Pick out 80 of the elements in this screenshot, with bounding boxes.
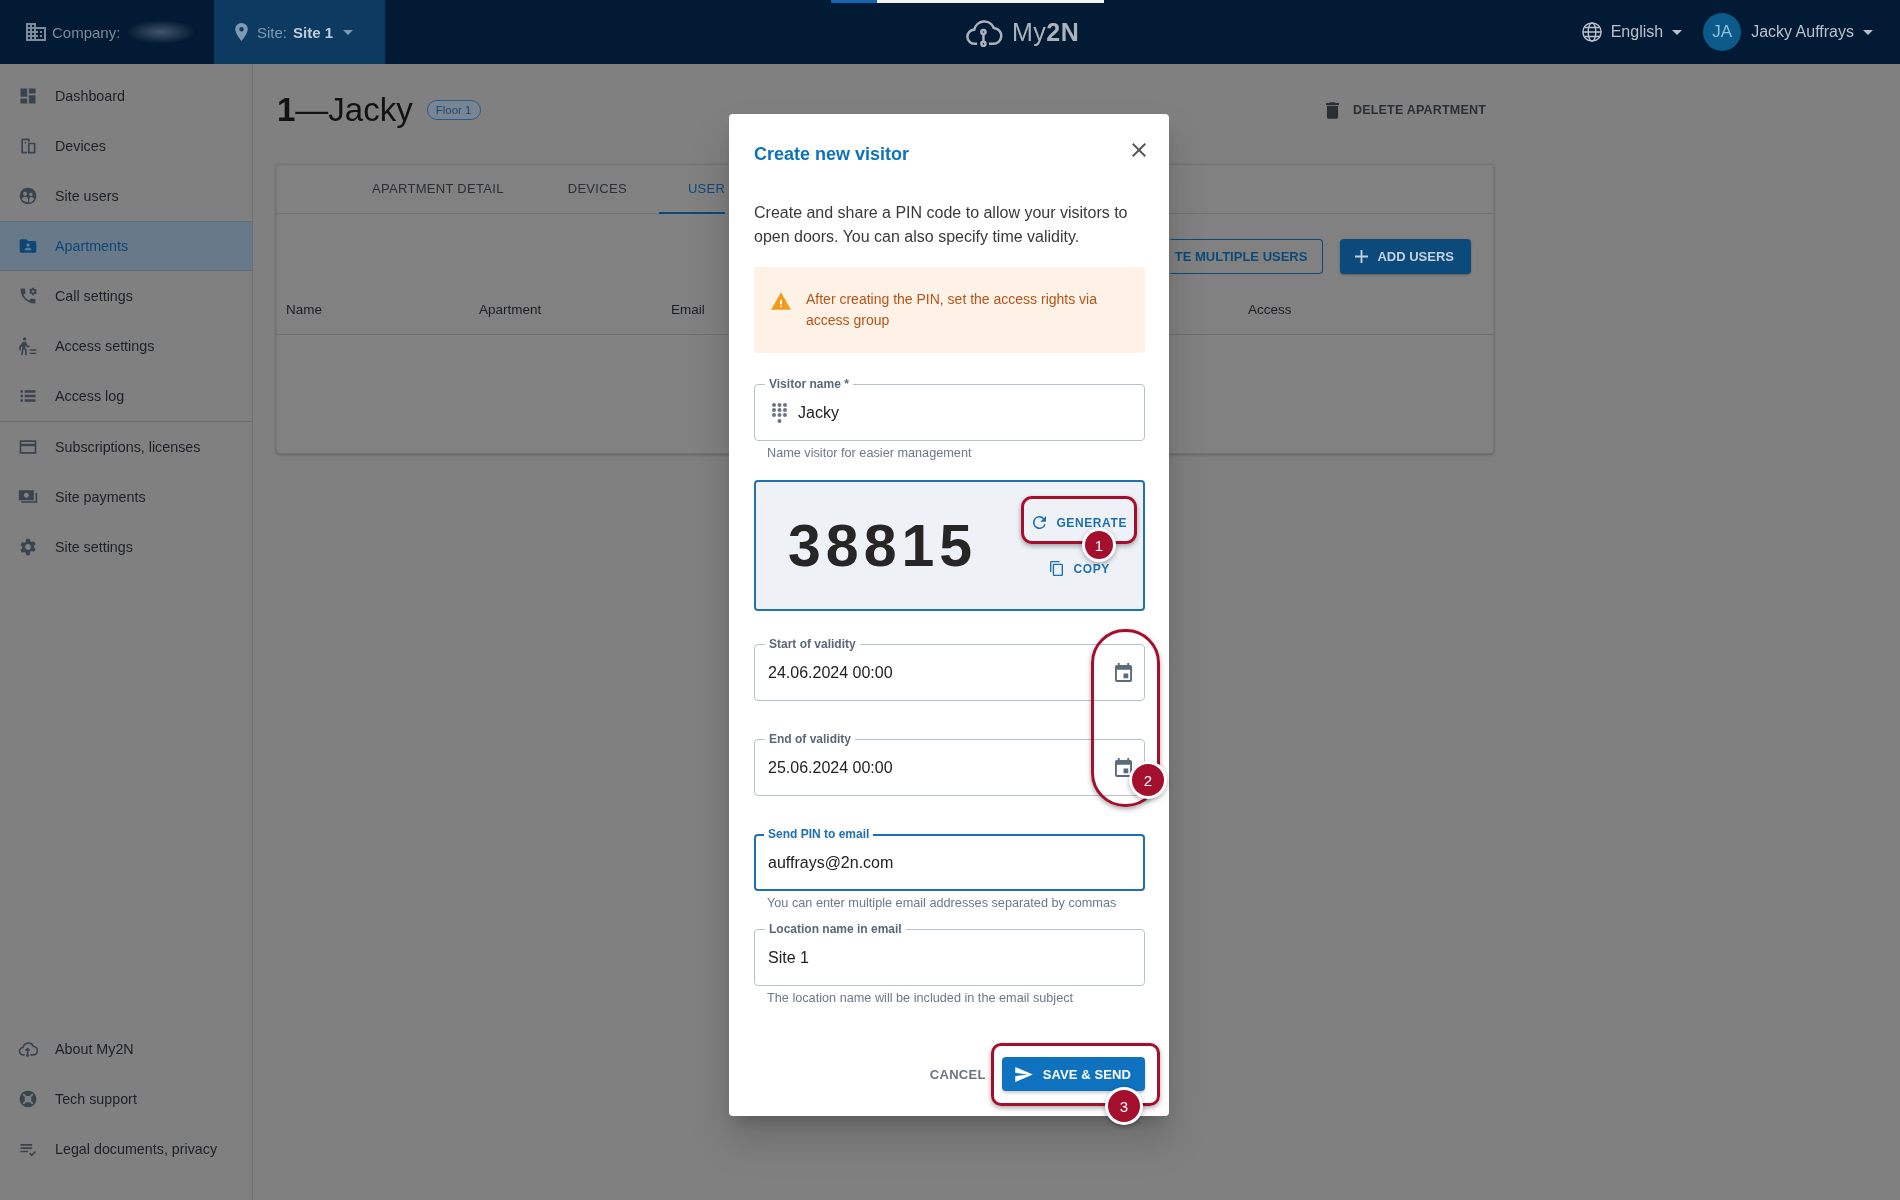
floor-chip: Floor 1: [426, 100, 481, 120]
sidebar-item[interactable]: Tech support: [0, 1074, 252, 1124]
helper-text: You can enter multiple email addresses separated by commas: [766, 896, 1118, 910]
user-menu[interactable]: JA Jacky Auffrays: [1703, 13, 1873, 51]
tab[interactable]: APARTMENT DETAIL: [340, 165, 536, 214]
add-users-button[interactable]: ADD USERS: [1340, 239, 1471, 274]
close-icon: [1132, 143, 1146, 157]
cloud-logo-icon: [966, 17, 1004, 47]
map-pin-icon: [235, 23, 248, 41]
caret-icon: [1672, 29, 1683, 35]
calendar-icon[interactable]: [1115, 758, 1132, 777]
refresh-icon: [1033, 516, 1047, 529]
helper-text: The location name will be included in the email subject: [766, 991, 1075, 1005]
sidebar-item[interactable]: Access log: [0, 371, 252, 421]
language-selector[interactable]: English: [1581, 22, 1683, 42]
credit-card-icon: [18, 437, 38, 457]
calendar-icon[interactable]: [1115, 663, 1132, 682]
helper-text: Name visitor for easier management: [766, 446, 973, 460]
sidebar-item[interactable]: Site payments: [0, 472, 252, 522]
copy-icon: [1050, 561, 1064, 576]
dialog-description: Create and share a PIN code to allow your visitors to open doors. You can also specify time validity.: [754, 203, 1129, 247]
sidebar-item[interactable]: Call settings: [0, 271, 252, 321]
page-title: 1—Jacky: [277, 91, 413, 129]
text-field[interactable]: Location name in email Site 1: [754, 922, 1145, 986]
dialog-title: Create new visitor: [754, 143, 910, 166]
warning-text: After creating the PIN, set the access rights via access group: [806, 290, 1099, 330]
logo-text: My2N: [1012, 17, 1080, 47]
text-field[interactable]: Send PIN to email auffrays@2n.com: [754, 827, 1145, 891]
field-label: Visitor name *: [768, 377, 850, 392]
field-label: Send PIN to email: [767, 827, 871, 842]
field-label: Start of validity: [768, 637, 857, 652]
sidebar-item[interactable]: About My2N: [0, 1024, 252, 1074]
building-icon: [26, 23, 46, 41]
create-users-button[interactable]: TE MULTIPLE USERS: [1169, 239, 1324, 274]
name-field[interactable]: Visitor name * Jacky: [754, 377, 1145, 441]
devices-icon: [18, 136, 38, 156]
column-header: Name: [286, 302, 322, 317]
sidebar-item[interactable]: Legal documents, privacy: [0, 1124, 252, 1174]
step-badge: 1: [1085, 531, 1113, 559]
step-badge: 3: [1108, 1090, 1140, 1122]
company-label: Company:: [52, 23, 121, 41]
globe-icon: [1581, 22, 1602, 42]
column-header: Apartment: [479, 302, 542, 317]
users-icon: [18, 186, 38, 206]
walking-person-icon: [18, 336, 38, 356]
warning-icon: [771, 292, 791, 310]
keypad-icon: [772, 402, 787, 423]
user-avatar: JA: [1703, 13, 1742, 51]
save-send-button[interactable]: SAVE & SEND: [1001, 1057, 1145, 1091]
cancel-button[interactable]: CANCEL: [921, 1057, 994, 1091]
sidebar-item[interactable]: Apartments: [0, 221, 252, 271]
sidebar-item[interactable]: Devices: [0, 121, 252, 171]
site-selector[interactable]: Site: Site 1: [214, 0, 385, 64]
sidebar-item[interactable]: Access settings: [0, 321, 252, 371]
sidebar-item[interactable]: Dashboard: [0, 71, 252, 121]
plus-icon: [1355, 250, 1369, 263]
field-label: End of validity: [768, 732, 852, 747]
date-field[interactable]: Start of validity 24.06.2024 00:00: [754, 637, 1145, 701]
dashboard-icon: [18, 86, 38, 106]
send-icon: [1014, 1066, 1033, 1082]
sidebar-item[interactable]: Site users: [0, 171, 252, 221]
sidebar-item[interactable]: Site settings: [0, 522, 252, 572]
tab[interactable]: USER: [658, 165, 726, 214]
phone-gear-icon: [18, 286, 38, 306]
caret-icon: [343, 29, 354, 35]
lifebuoy-icon: [18, 1089, 38, 1109]
tab[interactable]: DEVICES: [535, 165, 659, 214]
settings-icon: [18, 537, 38, 557]
trash-icon: [1325, 101, 1339, 119]
pin-code: 38815: [788, 511, 978, 580]
folder-person-icon: [18, 236, 38, 256]
caret-icon: [1863, 29, 1873, 35]
field-label: Location name in email: [768, 922, 903, 937]
generate-button[interactable]: GENERATE: [1030, 514, 1130, 531]
sidebar-item[interactable]: Subscriptions, licenses: [0, 422, 252, 472]
column-header: Access: [1248, 302, 1292, 317]
step-badge: 2: [1132, 764, 1164, 796]
cloud-upload-icon: [18, 1039, 38, 1059]
column-header: Email: [671, 302, 705, 317]
delete-apartment-button[interactable]: DELETE APARTMENT: [1317, 95, 1494, 125]
